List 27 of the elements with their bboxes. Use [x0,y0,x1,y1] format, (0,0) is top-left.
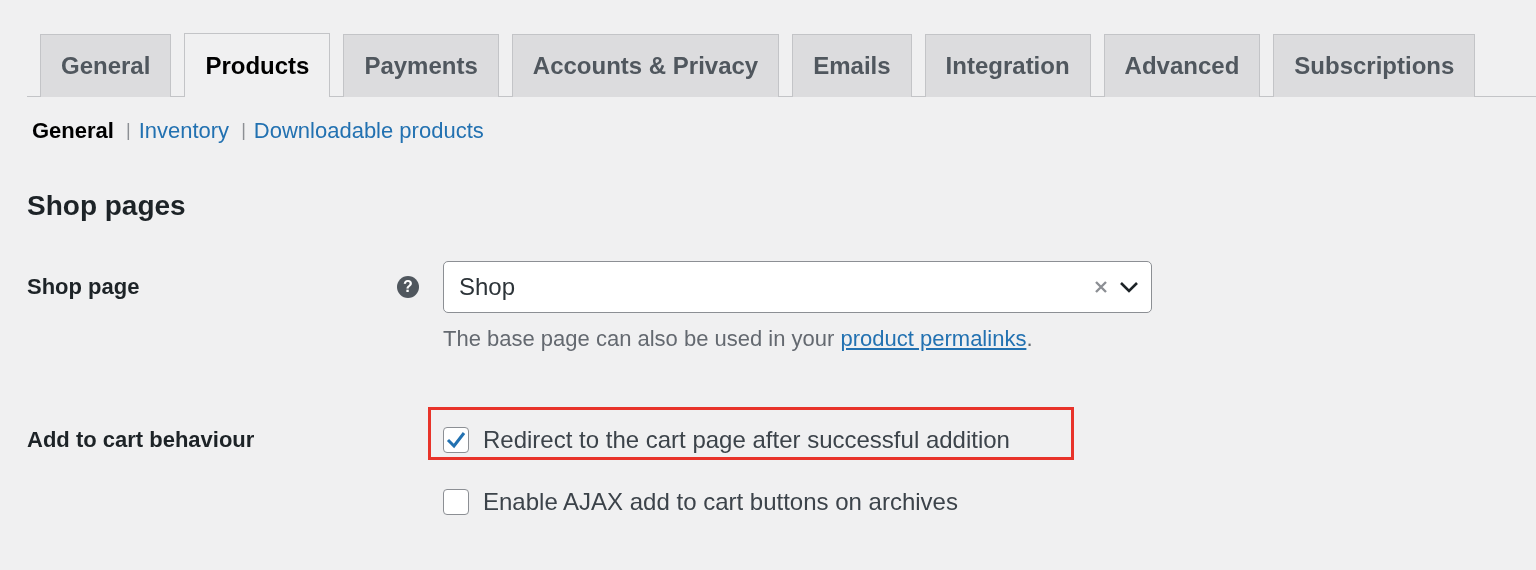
tab[interactable]: Subscriptions [1273,34,1476,97]
subnav-link[interactable]: Inventory [138,117,230,144]
subnav-link[interactable]: Downloadable products [253,117,484,144]
checkbox[interactable] [443,427,469,453]
clear-icon[interactable] [1095,281,1107,293]
field-label: Shop page [27,273,141,301]
tab[interactable]: Payments [343,34,499,97]
tab[interactable]: Emails [792,34,912,97]
section-title: Shop pages [27,189,187,223]
period: . [1026,326,1033,351]
separator: | [241,120,246,141]
field-label: Add to cart behaviour [27,426,256,454]
field-description: The base page can also be used in your [443,326,835,351]
checkbox-label: Redirect to the cart page after successful addition [483,426,1010,454]
checkbox[interactable] [443,489,469,515]
separator: | [125,120,131,141]
tab[interactable]: Advanced [1103,34,1261,97]
tab[interactable]: Products [184,33,331,97]
chevron-down-icon[interactable] [1119,281,1139,293]
permalink-link[interactable]: product permalinks [840,326,1027,351]
select-field[interactable]: Shop [443,261,1152,313]
tab[interactable]: General [40,34,172,97]
help-icon[interactable]: ? [397,276,419,298]
checkbox-label: Enable AJAX add to cart buttons on archives [483,488,958,516]
subnav-link[interactable]: General [32,117,114,144]
tab[interactable]: Integration [924,34,1091,97]
tab[interactable]: Accounts & Privacy [511,34,780,97]
